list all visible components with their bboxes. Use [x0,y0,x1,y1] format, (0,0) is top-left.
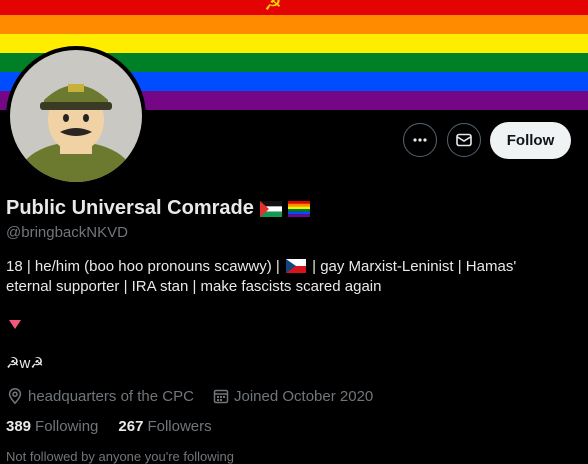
calendar-icon [213,389,229,404]
bio-line-1: 18 | he/him (boo hoo pronouns scawwy) | … [6,257,566,277]
palestine-flag-icon [259,200,282,217]
followers-link[interactable]: 267 Followers [118,418,231,435]
followed-by-text: Not followed by anyone you're following [6,449,234,464]
location-pin-icon [8,388,22,405]
hammer-sickle-icon: ☭ [264,0,282,15]
display-name-text: Public Universal Comrade [6,197,254,219]
followers-label: Followers [147,418,212,435]
bio-text-a: 18 | he/him (boo hoo pronouns scawwy) | [6,258,280,275]
join-date: Joined October 2020 [212,386,373,406]
more-button[interactable] [403,123,437,157]
bio-text-b: | gay Marxist-Leninist | Hamas' [312,258,517,275]
join-date-text: Joined October 2020 [234,387,374,405]
czech-flag-icon [285,259,306,273]
bio: 18 | he/him (boo hoo pronouns scawwy) | … [6,257,566,297]
following-link[interactable]: 389 Following [6,418,118,435]
bio-owo: ☭w☭ [6,355,44,372]
handle: @bringbackNKVD [6,224,128,241]
followers-count: 267 [118,418,144,435]
more-horizontal-icon [413,138,427,142]
message-button[interactable] [447,123,481,157]
banner-stripe-red [0,0,588,15]
following-label: Following [35,418,99,435]
avatar-image [10,50,142,182]
follow-stats: 389 Following 267 Followers [6,418,232,435]
bio-line-2: eternal supporter | IRA stan | make fasc… [6,278,382,295]
location-text: headquarters of the CPC [28,387,194,405]
avatar[interactable] [6,46,146,186]
follow-button[interactable]: Follow [490,122,571,159]
red-triangle-icon [9,320,21,329]
rainbow-flag-icon [287,200,310,217]
envelope-icon [456,133,472,147]
banner-stripe-orange [0,15,588,34]
location: headquarters of the CPC [6,386,194,406]
display-name: Public Universal Comrade [6,197,310,220]
following-count: 389 [6,418,32,435]
